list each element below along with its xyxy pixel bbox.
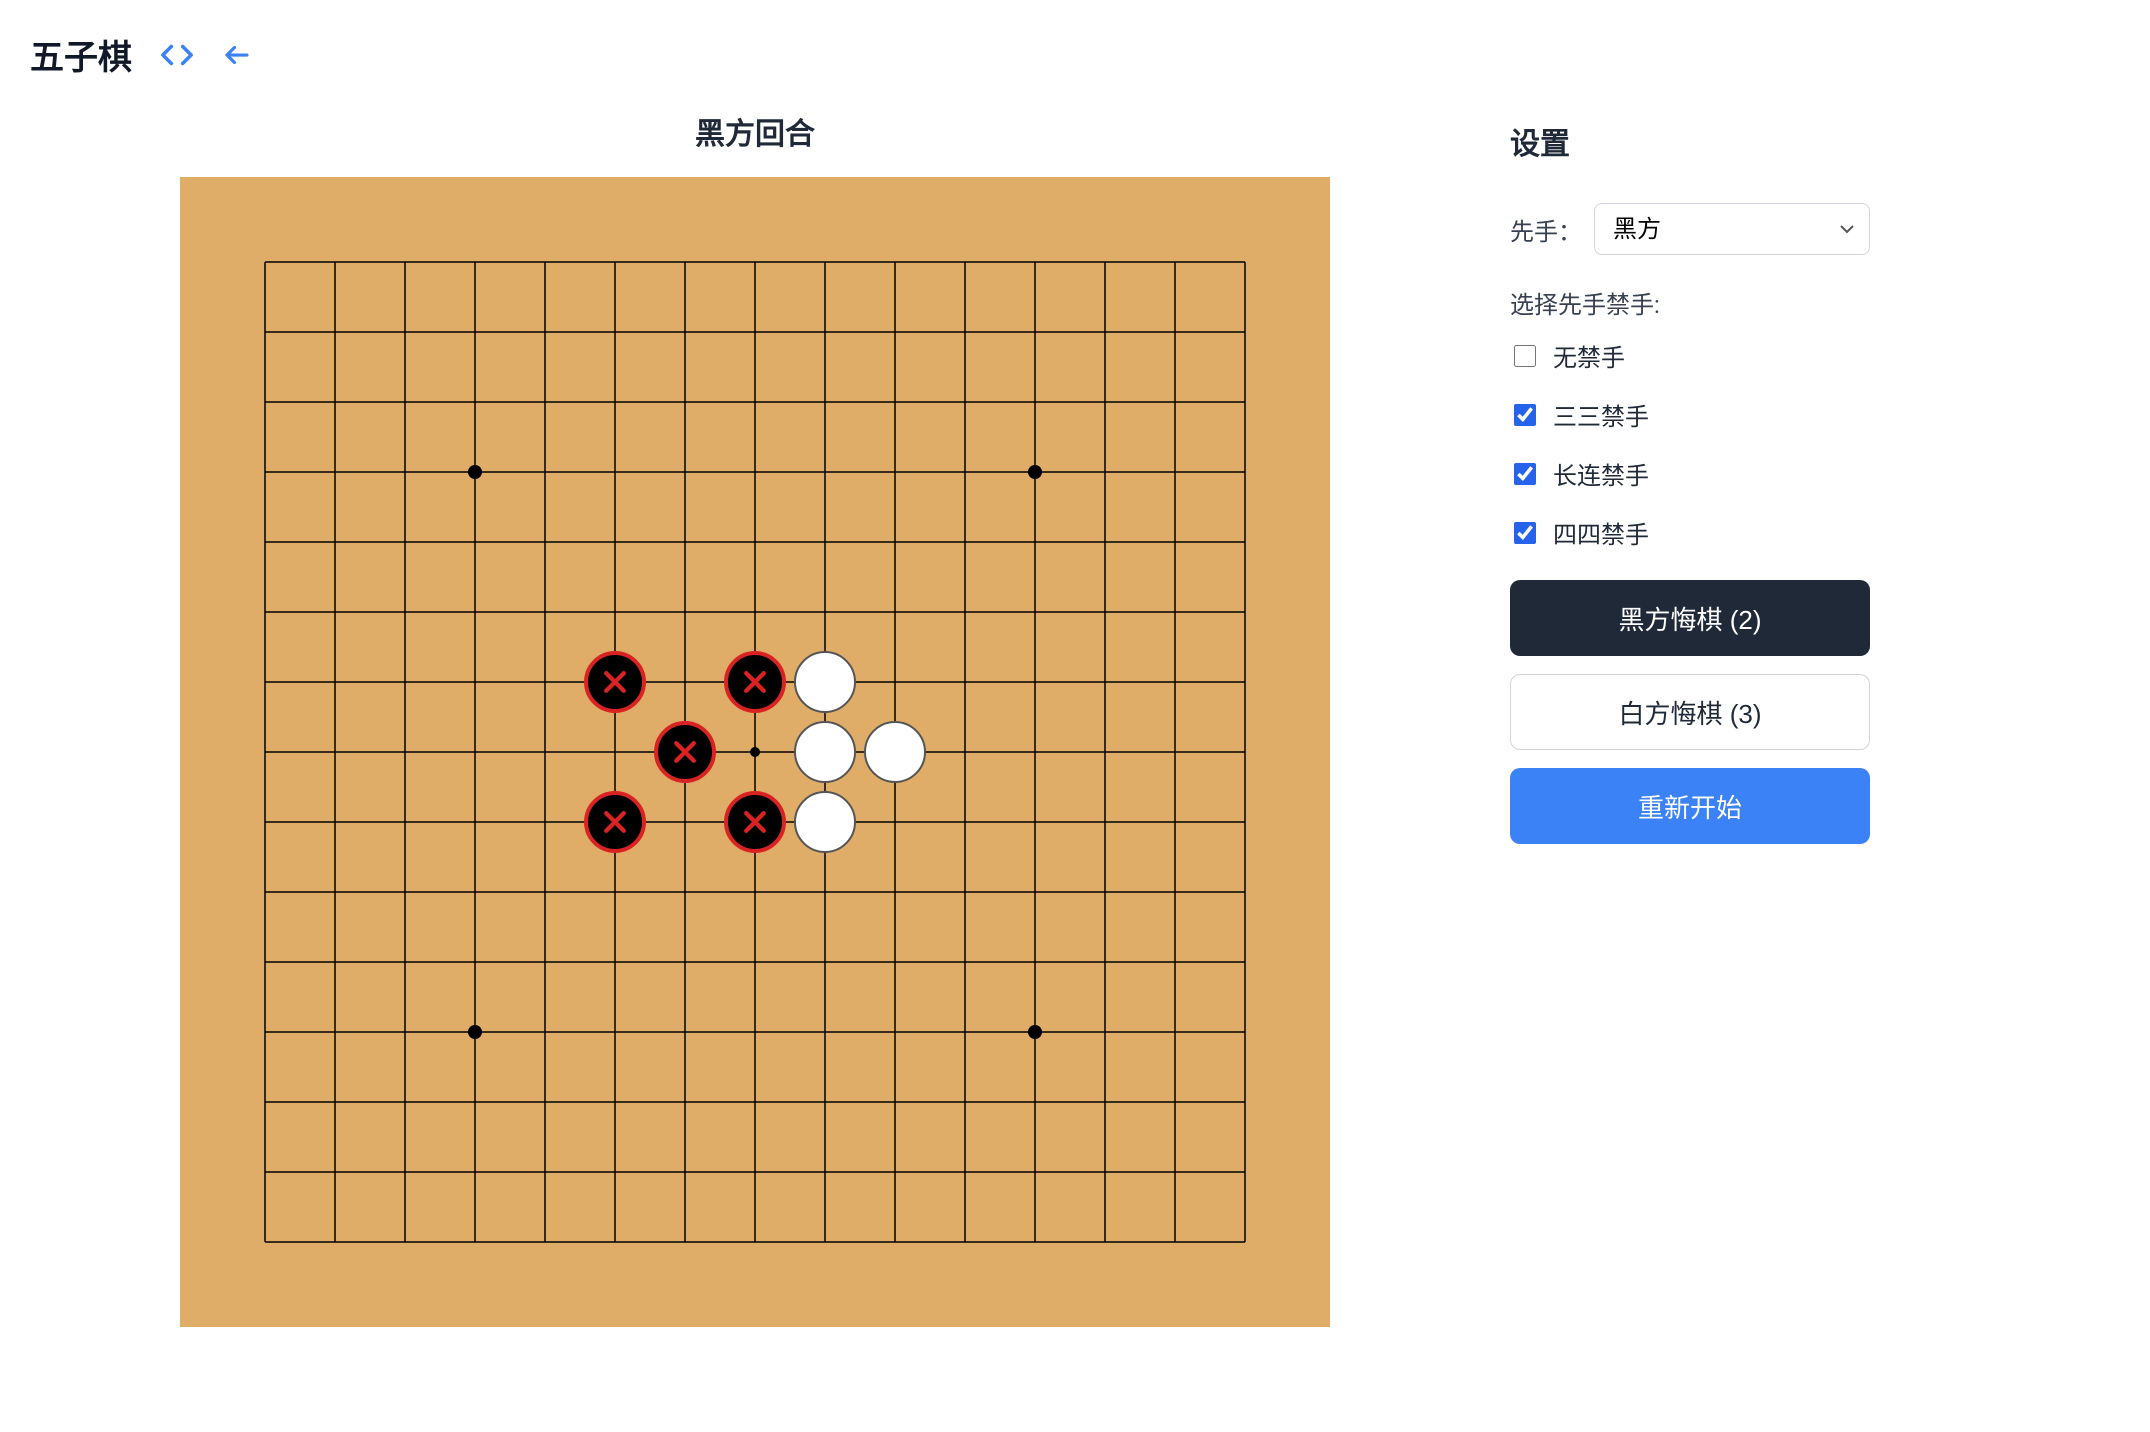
undo-black-button[interactable]: 黑方悔棋 (2) — [1510, 580, 1870, 656]
board-grid — [240, 237, 1270, 1267]
undo-white-button[interactable]: 白方悔棋 (3) — [1510, 674, 1870, 750]
rule-label: 无禁手 — [1553, 338, 1625, 373]
game-board[interactable] — [180, 177, 1330, 1327]
turn-indicator: 黑方回合 — [180, 109, 1330, 153]
black-stone — [584, 651, 646, 713]
topbar: 五子棋 — [0, 0, 2150, 89]
black-stone — [654, 721, 716, 783]
black-stone — [584, 791, 646, 853]
forbidden-rules-label: 选择先手禁手: — [1510, 285, 1870, 320]
settings-heading: 设置 — [1510, 119, 1870, 163]
rule-checkbox[interactable] — [1514, 345, 1536, 367]
rule-checkbox[interactable] — [1514, 522, 1536, 544]
rule-checkbox[interactable] — [1514, 404, 1536, 426]
rule-label: 长连禁手 — [1553, 456, 1649, 491]
white-stone — [864, 721, 926, 783]
board-section: 黑方回合 — [180, 109, 1330, 1327]
rule-label: 三三禁手 — [1553, 397, 1649, 432]
white-stone — [794, 791, 856, 853]
settings-panel: 设置 先手： 黑方白方 选择先手禁手: 无禁手三三禁手长连禁手四四禁手 黑方悔棋… — [1510, 109, 1870, 862]
first-move-select[interactable]: 黑方白方 — [1594, 203, 1870, 255]
first-move-label: 先手： — [1510, 212, 1582, 247]
rule-label: 四四禁手 — [1553, 515, 1649, 550]
white-stone — [794, 651, 856, 713]
rule-checkbox[interactable] — [1514, 463, 1536, 485]
black-stone — [724, 791, 786, 853]
white-stone — [794, 721, 856, 783]
rule-checkbox-row[interactable]: 四四禁手 — [1510, 515, 1870, 550]
rule-checkbox-row[interactable]: 三三禁手 — [1510, 397, 1870, 432]
rule-checkbox-row[interactable]: 长连禁手 — [1510, 456, 1870, 491]
app-title: 五子棋 — [30, 30, 132, 79]
code-icon[interactable] — [160, 38, 194, 72]
black-stone — [724, 651, 786, 713]
restart-button[interactable]: 重新开始 — [1510, 768, 1870, 844]
rule-checkbox-row[interactable]: 无禁手 — [1510, 338, 1870, 373]
back-arrow-icon[interactable] — [222, 40, 252, 70]
